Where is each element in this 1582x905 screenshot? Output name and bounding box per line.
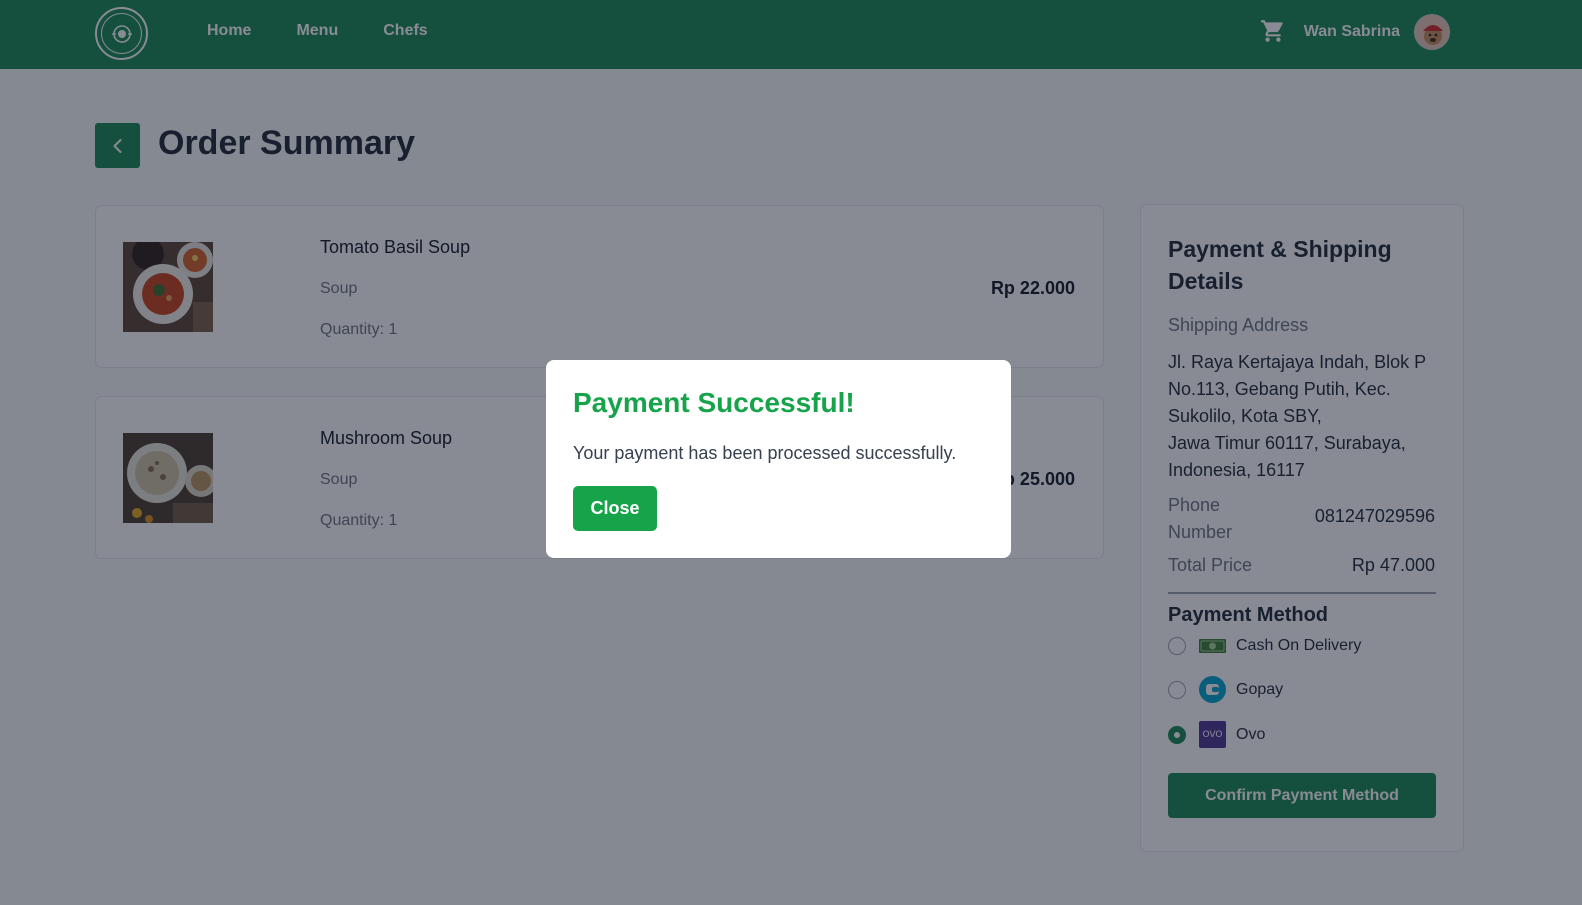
payment-success-modal: Payment Successful! Your payment has bee… — [546, 360, 1011, 558]
modal-title: Payment Successful! — [573, 387, 855, 418]
modal-message: Your payment has been processed successf… — [573, 443, 957, 463]
close-button[interactable]: Close — [573, 486, 657, 531]
